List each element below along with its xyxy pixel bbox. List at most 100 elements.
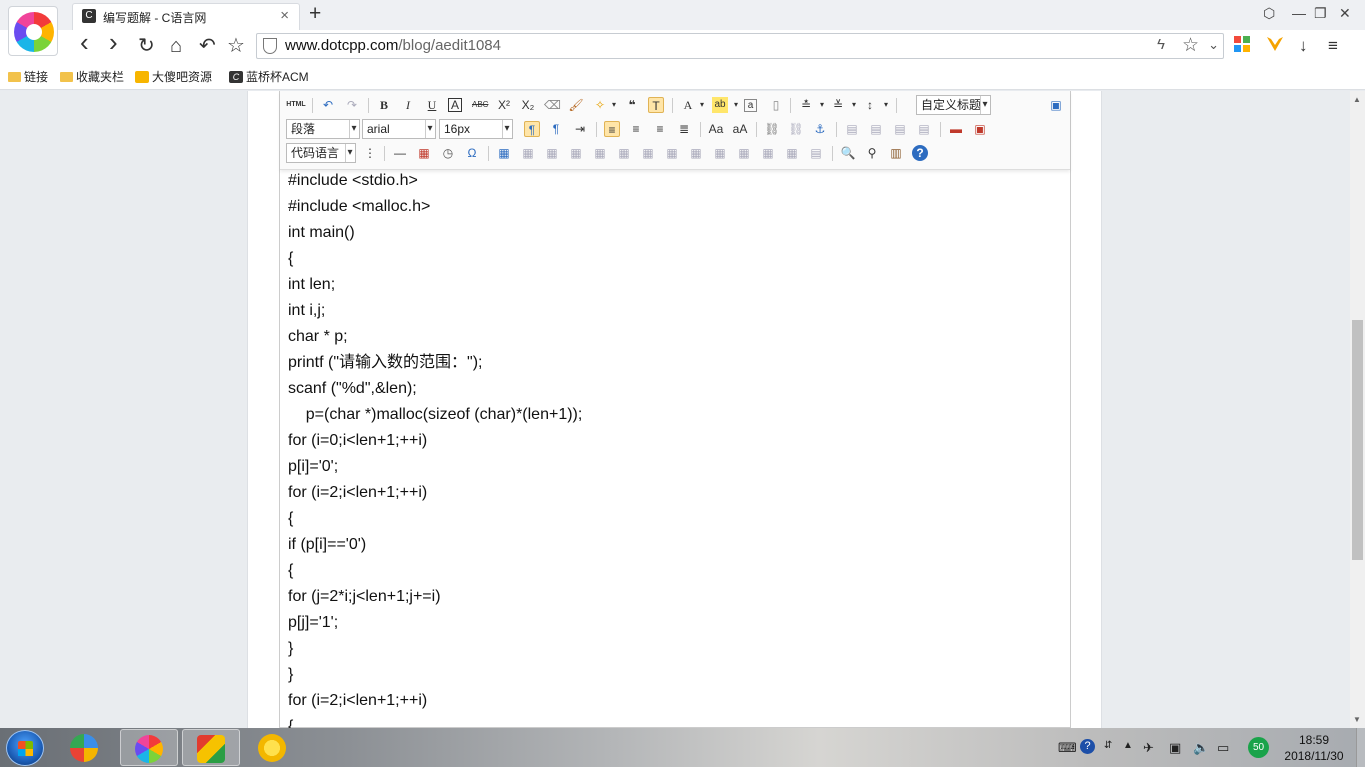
insert-table-icon[interactable]: ▦ <box>496 145 512 161</box>
url-text[interactable]: www.dotcpp.com/blog/aedit1084 <box>285 37 501 54</box>
special-chars-icon[interactable]: Ω <box>464 145 480 161</box>
insert-row-icon[interactable]: ▦ <box>568 145 584 161</box>
image-right-icon[interactable]: ▤ <box>892 121 908 137</box>
network-icon[interactable]: ▣ <box>1169 740 1181 756</box>
chevron-down-icon[interactable]: ▾ <box>728 97 744 113</box>
align-center-icon[interactable]: ≡ <box>628 121 644 137</box>
forward-button[interactable]: › <box>109 29 118 55</box>
unlink-icon[interactable]: ⛓ <box>788 121 804 137</box>
security-badge[interactable]: 50 <box>1248 737 1269 758</box>
bolt-icon[interactable]: ϟ <box>1157 36 1165 53</box>
input-options-icon[interactable]: ⇵ <box>1104 740 1112 751</box>
preview-icon[interactable]: 🔍 <box>840 145 856 161</box>
back-button[interactable]: ‹ <box>80 29 89 55</box>
help-tray-icon[interactable]: ? <box>1080 739 1095 754</box>
chevron-down-icon[interactable]: ▾ <box>606 97 622 113</box>
favorite-button[interactable]: ☆ <box>227 34 245 58</box>
indent-icon[interactable]: ⇥ <box>572 121 588 137</box>
search-replace-icon[interactable]: ⚲ <box>864 145 880 161</box>
chevron-down-icon[interactable]: ▾ <box>694 97 710 113</box>
tab-close-icon[interactable]: × <box>280 7 289 24</box>
font-border-icon[interactable]: A <box>448 98 462 112</box>
align-right-icon[interactable]: ≡ <box>652 121 668 137</box>
browser-logo[interactable] <box>8 6 58 56</box>
taskbar-app-browser[interactable] <box>120 729 178 766</box>
ltr-direction-icon[interactable]: ¶ <box>524 121 540 137</box>
italic-icon[interactable]: I <box>400 97 416 113</box>
apps-grid-icon[interactable] <box>1234 36 1250 57</box>
taskbar-app-photos[interactable] <box>56 729 114 766</box>
satellite-icon[interactable]: ✈ <box>1143 740 1154 756</box>
anchor-icon[interactable]: ⚓ <box>812 121 828 137</box>
rtl-direction-icon[interactable]: ¶ <box>548 121 564 137</box>
delete-table-icon[interactable]: ▦ <box>520 145 536 161</box>
show-desktop-button[interactable] <box>1356 728 1365 767</box>
fox-extension-icon[interactable] <box>1265 35 1285 58</box>
time-icon[interactable]: ◷ <box>440 145 456 161</box>
close-window-button[interactable]: ✕ <box>1339 5 1351 22</box>
editor-body[interactable]: #include <stdio.h> #include <malloc.h> i… <box>288 168 1058 728</box>
system-clock[interactable]: 18:59 2018/11/30 <box>1276 732 1352 764</box>
insert-col-icon[interactable]: ▦ <box>616 145 632 161</box>
merge-cells-icon[interactable]: ▦ <box>664 145 680 161</box>
paragraph-select[interactable]: 段落 <box>286 119 360 139</box>
image-none-icon[interactable]: ▤ <box>844 121 860 137</box>
multi-image-icon[interactable]: ▣ <box>972 121 988 137</box>
font-family-select[interactable]: arial <box>362 119 436 139</box>
taskbar-app-toolbox[interactable] <box>182 729 240 766</box>
chevron-down-icon[interactable]: ⌄ <box>1208 37 1219 53</box>
align-left-icon[interactable]: ≡ <box>604 121 620 137</box>
merge-down-icon[interactable]: ▦ <box>712 145 728 161</box>
lowercase-icon[interactable]: aA <box>732 121 748 137</box>
horizontal-rule-icon[interactable]: — <box>392 145 408 161</box>
html-source-button[interactable]: HTML <box>286 97 306 113</box>
download-icon[interactable]: ↓ <box>1299 36 1308 56</box>
font-size-select[interactable]: 16px <box>439 119 513 139</box>
bookmark-item[interactable]: 收藏夹栏 <box>60 68 124 85</box>
new-tab-button[interactable]: + <box>309 2 321 26</box>
home-button[interactable]: ⌂ <box>170 34 182 58</box>
uppercase-icon[interactable]: Aa <box>708 121 724 137</box>
paste-plain-icon[interactable]: T <box>648 97 664 113</box>
underline-icon[interactable]: U <box>424 97 440 113</box>
undo-close-button[interactable]: ↶ <box>199 34 216 58</box>
bookmark-item[interactable]: 链接 <box>8 68 48 85</box>
row-spacing-bottom-icon[interactable]: ≚ <box>830 97 846 113</box>
merge-right-icon[interactable]: ▦ <box>688 145 704 161</box>
clear-doc-icon[interactable]: ▯ <box>768 97 784 113</box>
redo-icon[interactable]: ↷ <box>344 97 360 113</box>
split-cols-icon[interactable]: ▦ <box>784 145 800 161</box>
keyboard-icon[interactable]: ⌨ <box>1058 740 1077 756</box>
code-language-select[interactable]: 代码语言 <box>286 143 356 163</box>
chevron-down-icon[interactable]: ▾ <box>846 97 862 113</box>
volume-icon[interactable]: 🔈 <box>1193 740 1209 756</box>
bookmark-item[interactable]: 大傻吧资源 <box>135 68 212 85</box>
bold-icon[interactable]: B <box>376 97 392 113</box>
blockquote-icon[interactable]: ❝ <box>624 97 640 113</box>
scrollbar-thumb[interactable] <box>1352 320 1363 560</box>
image-center-icon[interactable]: ▤ <box>916 121 932 137</box>
undo-icon[interactable]: ↶ <box>320 97 336 113</box>
taskbar-app-music[interactable] <box>244 729 302 766</box>
skin-icon[interactable]: ⬡ <box>1263 5 1275 22</box>
insert-image-icon[interactable]: ▬ <box>948 121 964 137</box>
minimize-button[interactable]: — <box>1292 5 1306 21</box>
usb-device-icon[interactable]: ▭ <box>1217 740 1229 756</box>
address-bar[interactable]: www.dotcpp.com/blog/aedit1084 ϟ ☆ ⌄ <box>256 33 1224 59</box>
scroll-up-icon[interactable]: ▲ <box>1353 95 1361 104</box>
page-scrollbar[interactable]: ▲ ▼ <box>1350 91 1365 728</box>
line-height-icon[interactable]: ↕ <box>862 97 878 113</box>
delete-row-icon[interactable]: ▦ <box>592 145 608 161</box>
chevron-down-icon[interactable]: ▾ <box>878 97 894 113</box>
format-brush-icon[interactable]: 🖌 <box>568 97 584 113</box>
align-justify-icon[interactable]: ≣ <box>676 121 692 137</box>
bookmark-star-icon[interactable]: ☆ <box>1182 34 1199 57</box>
reload-button[interactable]: ↻ <box>138 34 155 58</box>
superscript-icon[interactable]: X² <box>496 97 512 113</box>
custom-title-select[interactable]: 自定义标题 <box>916 95 991 115</box>
fullscreen-icon[interactable]: ▣ <box>1048 97 1064 113</box>
split-cells-icon[interactable]: ▦ <box>736 145 752 161</box>
maximize-button[interactable]: ❐ <box>1314 5 1327 22</box>
delete-col-icon[interactable]: ▦ <box>640 145 656 161</box>
select-all-icon[interactable]: a <box>744 99 757 112</box>
